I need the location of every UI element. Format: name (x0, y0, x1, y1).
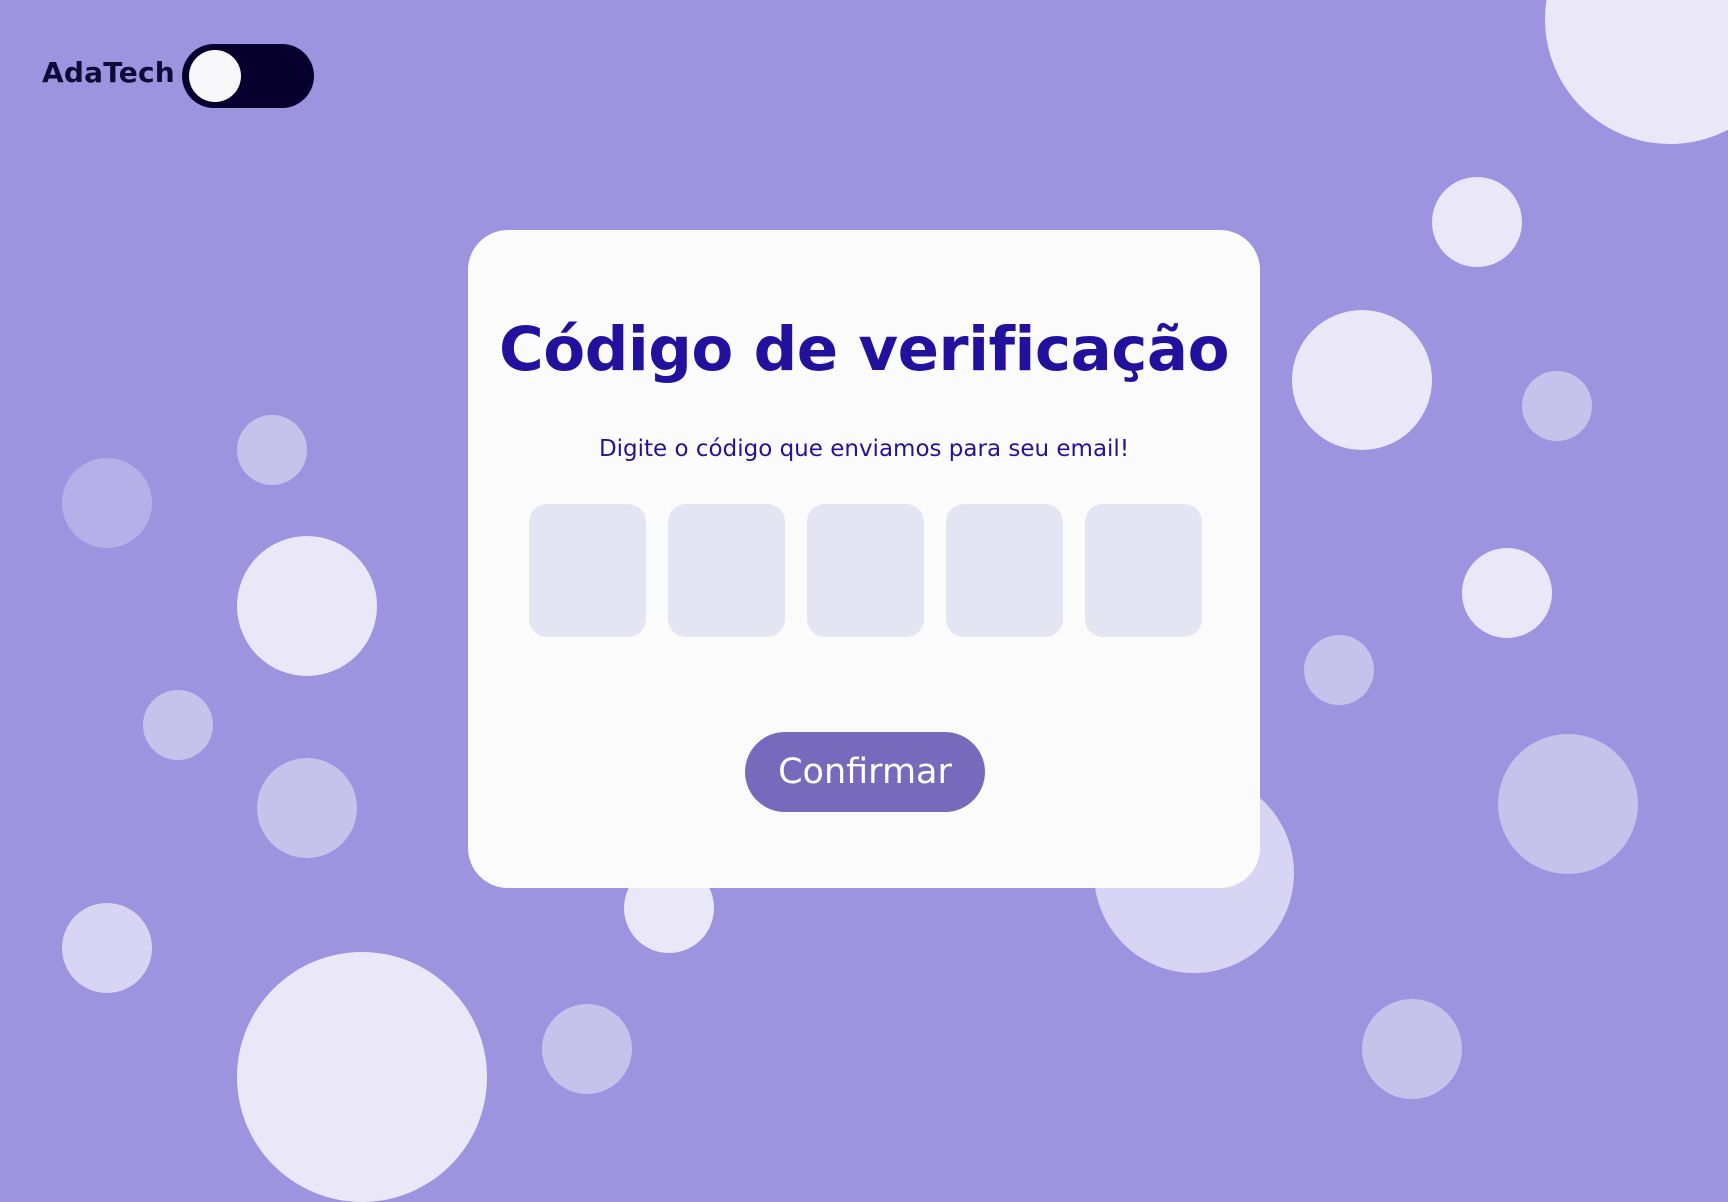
code-digit-input-5[interactable] (1085, 504, 1202, 637)
background-bubble (1432, 177, 1522, 267)
code-input-group (529, 504, 1202, 637)
background-bubble (1498, 734, 1638, 874)
background-bubble (1462, 548, 1552, 638)
code-digit-input-3[interactable] (807, 504, 924, 637)
background-bubble (1362, 999, 1462, 1099)
code-digit-input-2[interactable] (668, 504, 785, 637)
background-bubble (1292, 310, 1432, 450)
toggle-knob[interactable] (189, 50, 241, 102)
background-bubble (62, 903, 152, 993)
background-bubble (1522, 371, 1592, 441)
page-title: Código de verificação (499, 314, 1229, 385)
confirm-button[interactable]: Confirmar (745, 732, 985, 812)
instruction-text: Digite o código que enviamos para seu em… (598, 436, 1130, 462)
background-bubble (237, 415, 307, 485)
background-bubble (237, 536, 377, 676)
verification-card: Código de verificação Digite o código qu… (468, 230, 1260, 888)
theme-toggle[interactable] (182, 44, 314, 108)
code-digit-input-4[interactable] (946, 504, 1063, 637)
background-bubble (237, 952, 487, 1202)
background-bubble (1545, 0, 1728, 144)
code-digit-input-1[interactable] (529, 504, 646, 637)
background-bubble (542, 1004, 632, 1094)
background-bubble (257, 758, 357, 858)
background-bubble (62, 458, 152, 548)
background-bubble (143, 690, 213, 760)
brand-logo-text: AdaTech (42, 56, 175, 89)
background-bubble (1304, 635, 1374, 705)
